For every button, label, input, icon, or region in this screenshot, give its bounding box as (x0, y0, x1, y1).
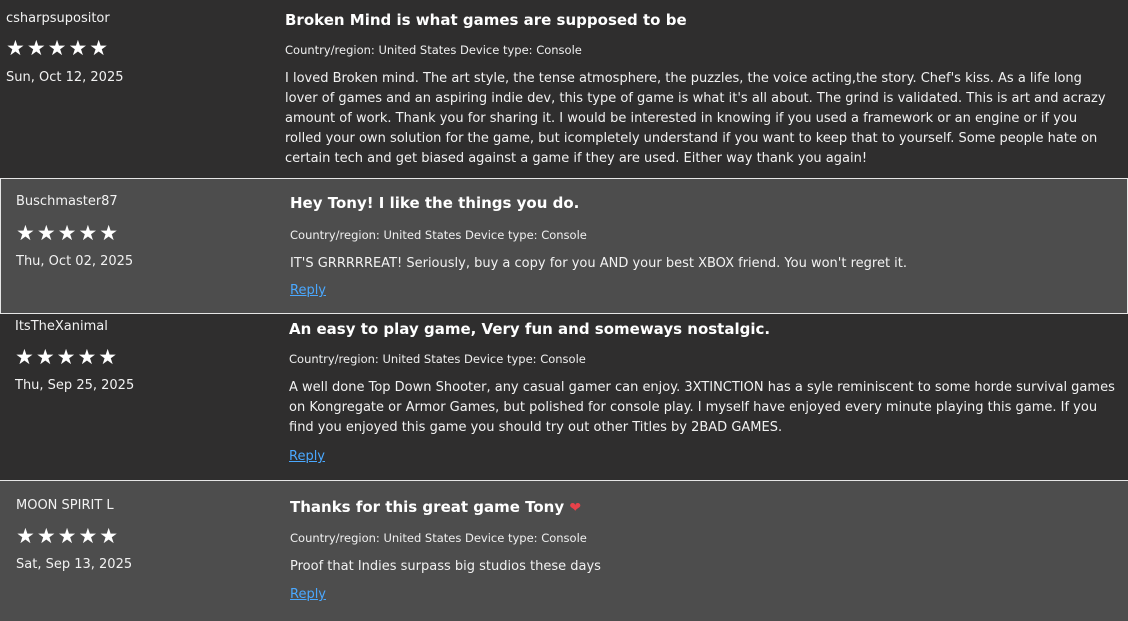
review-meta: Country/region: United States Device typ… (285, 43, 582, 57)
review-title: Broken Mind is what games are supposed t… (285, 11, 687, 29)
review-meta: Country/region: United States Device typ… (290, 228, 587, 242)
review-body: IT'S GRRRRREAT! Seriously, buy a copy fo… (290, 256, 908, 271)
review-body: A well done Top Down Shooter, any casual… (289, 380, 1115, 435)
review-card: MOON SPIRIT L ★★★★★ Sat, Sep 13, 2025 Th… (0, 480, 1128, 621)
review-date: Thu, Sep 25, 2025 (15, 378, 135, 393)
review-date: Thu, Oct 02, 2025 (16, 254, 134, 269)
star-rating: ★★★★★ (16, 524, 121, 548)
review-title: Thanks for this great game Tony ❤ (290, 498, 581, 516)
review-card: ItsTheXanimal ★★★★★ Thu, Sep 25, 2025 An… (0, 314, 1128, 480)
review-date: Sun, Oct 12, 2025 (6, 70, 124, 85)
review-title: An easy to play game, Very fun and somew… (289, 320, 771, 338)
review-body: Proof that Indies surpass big studios th… (290, 559, 601, 574)
review-title-text: Thanks for this great game Tony (290, 498, 565, 516)
heart-icon: ❤ (569, 500, 582, 516)
review-author[interactable]: MOON SPIRIT L (16, 498, 114, 513)
review-author[interactable]: ItsTheXanimal (15, 319, 108, 334)
review-card: csharpsupositor ★★★★★ Sun, Oct 12, 2025 … (0, 0, 1128, 178)
review-body: I loved Broken mind. The art style, the … (285, 71, 1106, 166)
reply-link[interactable]: Reply (290, 283, 326, 298)
star-rating: ★★★★★ (16, 221, 121, 245)
star-rating: ★★★★★ (15, 345, 120, 369)
reply-link[interactable]: Reply (290, 587, 326, 602)
review-meta: Country/region: United States Device typ… (290, 531, 587, 545)
review-author[interactable]: Buschmaster87 (16, 194, 118, 209)
review-title: Hey Tony! I like the things you do. (290, 194, 580, 212)
star-rating: ★★★★★ (6, 36, 111, 60)
review-date: Sat, Sep 13, 2025 (16, 557, 133, 572)
review-meta: Country/region: United States Device typ… (289, 352, 586, 366)
review-card: Buschmaster87 ★★★★★ Thu, Oct 02, 2025 He… (0, 178, 1128, 314)
review-author[interactable]: csharpsupositor (6, 11, 110, 26)
reply-link[interactable]: Reply (289, 449, 325, 464)
